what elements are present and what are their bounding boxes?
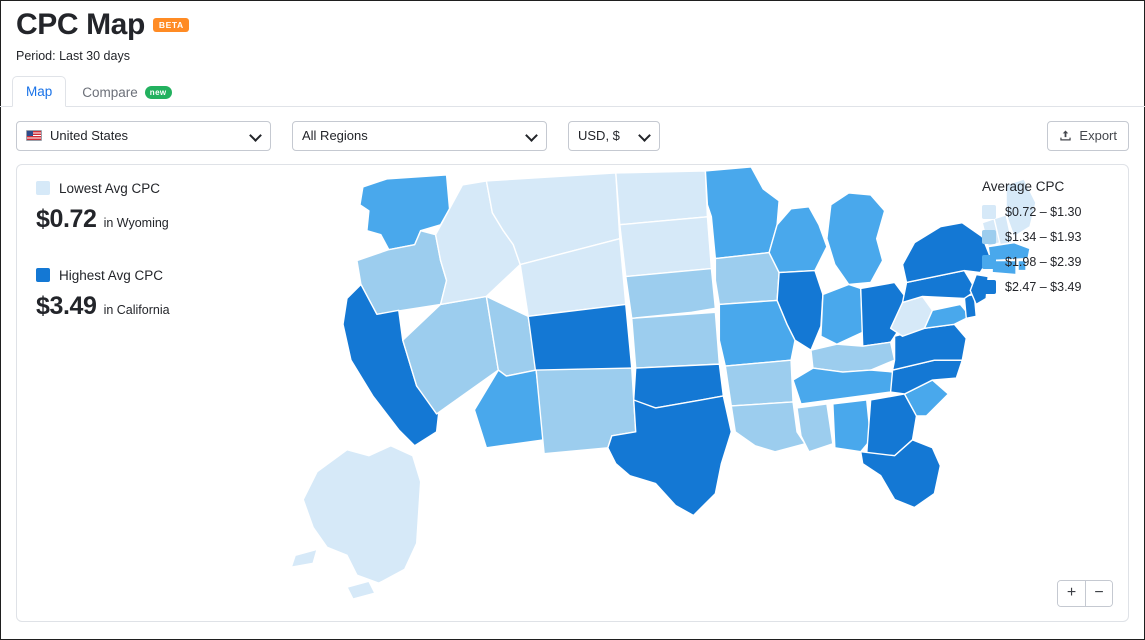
currency-select-value: USD, $: [578, 128, 620, 143]
state-NE: [625, 267, 717, 319]
lowest-cpc-swatch: [36, 181, 50, 195]
chevron-down-icon: [526, 130, 537, 141]
state-LA: [730, 400, 806, 452]
state-IN: [820, 283, 864, 345]
chevron-down-icon: [639, 130, 650, 141]
chevron-down-icon: [250, 130, 261, 141]
state-AK: [290, 444, 422, 600]
legend-bin-swatch: [982, 204, 996, 219]
export-button[interactable]: Export: [1047, 120, 1129, 151]
lowest-cpc-head: Lowest Avg CPC: [36, 181, 256, 196]
zoom-out-button[interactable]: −: [1085, 580, 1112, 606]
period-label: Period: Last 30 days: [16, 48, 130, 63]
legend-bin-label: $1.98 – $2.39: [1005, 254, 1082, 269]
country-select[interactable]: United States: [16, 120, 271, 151]
state-AZ: [473, 368, 545, 448]
lowest-cpc-state: in Wyoming: [103, 215, 169, 230]
state-ND: [615, 169, 709, 225]
new-badge: new: [144, 85, 172, 99]
tab-map[interactable]: Map: [12, 75, 67, 107]
state-KS: [631, 311, 721, 369]
state-NY: [901, 221, 991, 283]
state-CO: [527, 303, 633, 377]
highest-cpc-value-row: $3.49 in California: [36, 292, 256, 321]
highest-cpc-state: in California: [103, 302, 170, 317]
beta-badge: BETA: [152, 18, 189, 32]
export-button-label: Export: [1079, 128, 1117, 143]
upload-icon: [1060, 130, 1072, 141]
state-IA: [714, 251, 780, 305]
state-MN: [704, 165, 780, 259]
highest-cpc-block: Highest Avg CPC $3.49 in California: [36, 268, 256, 321]
state-AR: [724, 358, 794, 407]
page-header: CPC Map BETA Period: Last 30 days: [0, 0, 1145, 63]
tab-map-label: Map: [26, 83, 53, 99]
page-title: CPC Map: [16, 8, 145, 41]
legend-bin-row: $0.72 – $1.30: [982, 204, 1114, 219]
tab-bar: Map Compare new: [0, 75, 1145, 107]
map-panel: Lowest Avg CPC $0.72 in Wyoming Highest …: [16, 163, 1129, 622]
legend-bin-swatch: [982, 254, 996, 269]
region-select-value: All Regions: [302, 128, 368, 143]
lowest-cpc-block: Lowest Avg CPC $0.72 in Wyoming: [36, 181, 256, 234]
tab-compare[interactable]: Compare new: [68, 77, 185, 107]
legend-bin-swatch: [982, 279, 996, 294]
color-scale-legend: Average CPC $0.72 – $1.30 $1.34 – $1.93 …: [982, 179, 1114, 305]
region-select[interactable]: All Regions: [292, 120, 547, 151]
map-zoom-controls: + −: [1057, 579, 1113, 607]
state-AL: [832, 398, 872, 452]
us-flag-icon: [26, 130, 42, 141]
legend-bin-swatch: [982, 229, 996, 244]
highest-cpc-swatch: [36, 268, 50, 282]
lowest-cpc-amount: $0.72: [36, 204, 97, 233]
state-SD: [619, 215, 713, 277]
currency-select[interactable]: USD, $: [568, 120, 660, 151]
color-scale-title: Average CPC: [982, 178, 1065, 194]
state-MI: [826, 191, 886, 285]
map-summary-legend: Lowest Avg CPC $0.72 in Wyoming Highest …: [36, 181, 256, 355]
zoom-in-button[interactable]: +: [1058, 580, 1085, 606]
filter-toolbar: United States All Regions USD, $ Export: [0, 107, 1145, 151]
highest-cpc-amount: $3.49: [36, 291, 97, 320]
country-select-value: United States: [50, 128, 129, 143]
title-row: CPC Map BETA: [16, 8, 1129, 43]
state-KY: [810, 341, 896, 373]
lowest-cpc-label: Lowest Avg CPC: [59, 180, 161, 196]
legend-bin-label: $1.34 – $1.93: [1005, 229, 1082, 244]
legend-bin-label: $2.47 – $3.49: [1005, 279, 1082, 294]
map-states: [290, 165, 1037, 600]
highest-cpc-head: Highest Avg CPC: [36, 268, 256, 283]
tab-compare-label: Compare: [82, 84, 138, 100]
legend-bin-row: $2.47 – $3.49: [982, 279, 1114, 294]
legend-bin-row: $1.34 – $1.93: [982, 229, 1114, 244]
legend-bin-row: $1.98 – $2.39: [982, 254, 1114, 269]
highest-cpc-label: Highest Avg CPC: [59, 267, 164, 283]
lowest-cpc-value-row: $0.72 in Wyoming: [36, 205, 256, 234]
legend-bin-label: $0.72 – $1.30: [1005, 204, 1082, 219]
